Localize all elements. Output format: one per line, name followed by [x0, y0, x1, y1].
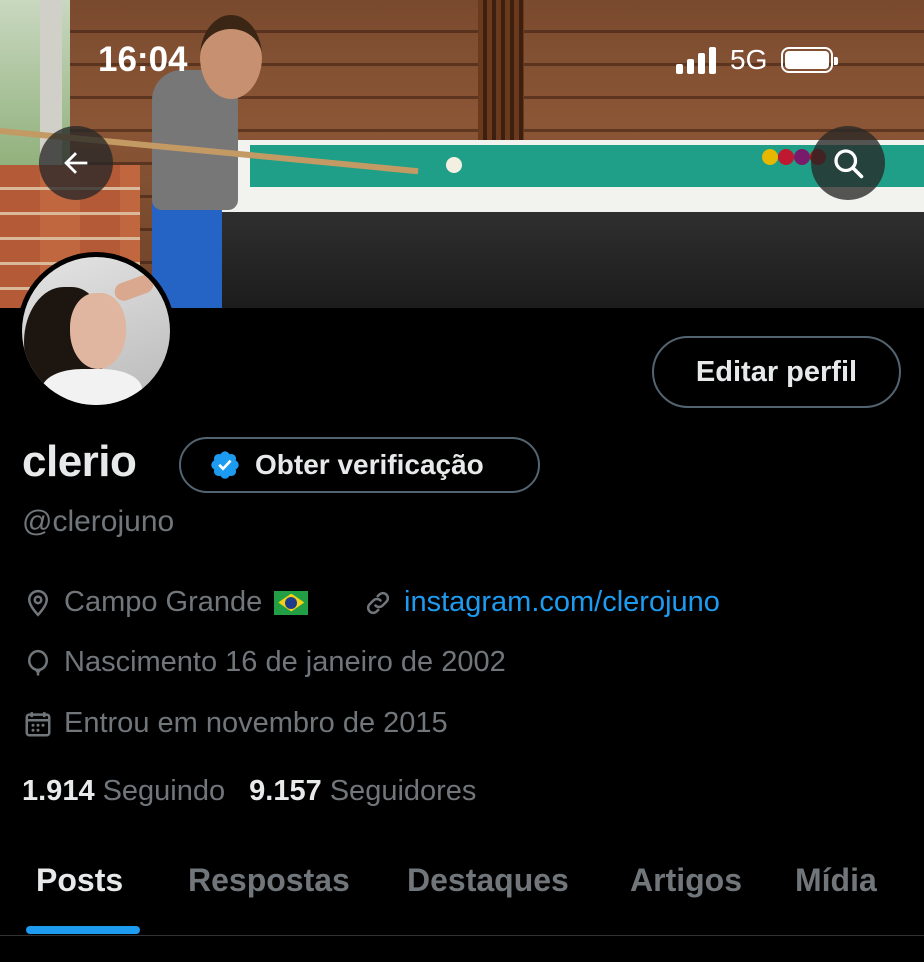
- network-type: 5G: [730, 44, 768, 75]
- following-count[interactable]: 1.914: [22, 775, 95, 808]
- tab-posts[interactable]: Posts: [36, 862, 123, 899]
- location-pin-icon: [22, 587, 54, 619]
- banner-table-body: [214, 212, 924, 308]
- back-button[interactable]: [39, 126, 113, 200]
- brazil-flag-icon: [274, 590, 309, 615]
- profile-joined: Entrou em novembro de 2015: [22, 707, 448, 740]
- verified-badge-icon: [211, 451, 239, 479]
- search-button[interactable]: [811, 126, 885, 200]
- display-name: clerio: [22, 437, 137, 486]
- profile-location: Campo Grande: [22, 586, 309, 619]
- following-label[interactable]: Seguindo: [103, 775, 226, 808]
- location-text: Campo Grande: [64, 586, 263, 618]
- arrow-left-icon: [64, 152, 88, 174]
- profile-tabs: Posts Respostas Destaques Artigos Mídia: [0, 850, 924, 936]
- profile-website[interactable]: instagram.com/clerojuno: [362, 586, 720, 619]
- tab-articles[interactable]: Artigos: [630, 862, 742, 899]
- followers-count[interactable]: 9.157: [249, 775, 322, 808]
- followers-label[interactable]: Seguidores: [330, 775, 477, 808]
- banner-kid-head: [200, 15, 262, 99]
- tab-replies[interactable]: Respostas: [188, 862, 350, 899]
- balloon-icon: [22, 647, 54, 679]
- birthdate-text: Nascimento 16 de janeiro de 2002: [64, 646, 506, 678]
- get-verified-label: Obter verificação: [255, 449, 484, 480]
- calendar-icon: [22, 708, 54, 740]
- pool-ball: [794, 149, 810, 165]
- cue-ball: [446, 157, 462, 173]
- tab-media[interactable]: Mídia: [795, 862, 877, 899]
- search-icon: [834, 149, 864, 179]
- user-handle: @clerojuno: [22, 505, 175, 538]
- banner-cue-rack: [478, 0, 524, 150]
- link-icon: [362, 587, 394, 619]
- status-indicators: 5G: [676, 44, 839, 76]
- edit-profile-button[interactable]: Editar perfil: [652, 336, 901, 408]
- website-link[interactable]: instagram.com/clerojuno: [404, 586, 720, 619]
- signal-icon: [676, 46, 716, 74]
- avatar-image: [22, 257, 170, 405]
- get-verified-button[interactable]: Obter verificação: [179, 437, 540, 493]
- joined-text: Entrou em novembro de 2015: [64, 707, 448, 739]
- tab-highlights[interactable]: Destaques: [407, 862, 569, 899]
- avatar[interactable]: [17, 252, 175, 410]
- profile-birthdate: Nascimento 16 de janeiro de 2002: [22, 646, 506, 679]
- follow-stats: 1.914 Seguindo 9.157 Seguidores: [22, 775, 500, 808]
- battery-icon: [781, 47, 839, 73]
- active-tab-indicator: [26, 926, 140, 934]
- pool-ball: [778, 149, 794, 165]
- status-time: 16:04: [98, 40, 188, 79]
- pool-ball: [762, 149, 778, 165]
